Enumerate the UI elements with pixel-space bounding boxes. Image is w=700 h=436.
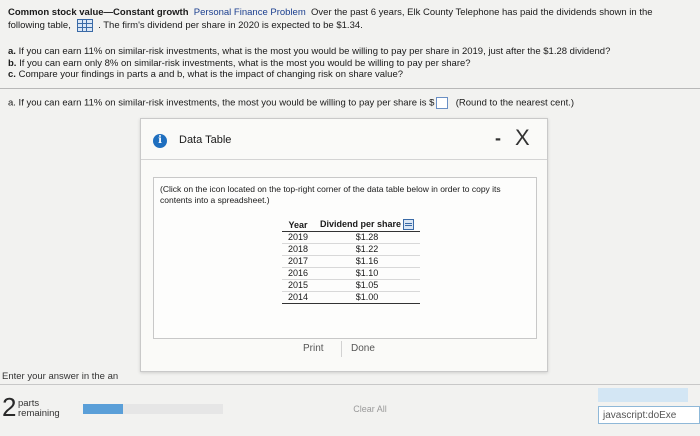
problem-title: Common stock value—Constant growth <box>8 7 189 18</box>
problem-tag[interactable]: Personal Finance Problem <box>194 7 306 18</box>
question-list: a. If you can earn 11% on similar-risk i… <box>8 46 610 81</box>
question-a: a. If you can earn 11% on similar-risk i… <box>8 46 611 57</box>
table-row: 2014 $1.00 <box>282 291 421 305</box>
header-year: Year <box>282 218 315 233</box>
answer-line: a. If you can earn 11% on similar-risk i… <box>8 97 574 109</box>
problem-text-1: Over the past 6 years, Elk County Teleph… <box>311 7 653 18</box>
round-note: (Round to the nearest cent.) <box>455 97 575 109</box>
dividend-table: Year Dividend per share 2019 $1.28 2018 $1… <box>282 218 421 305</box>
modal-title: Data Table <box>179 134 232 146</box>
problem-text-2a: following table, <box>8 20 71 32</box>
browser-status-bar: javascript:doExe <box>598 406 700 424</box>
table-row: 2017 $1.16 <box>282 255 421 269</box>
table-row: 2015 $1.05 <box>282 279 421 293</box>
table-row: 2016 $1.10 <box>282 267 421 281</box>
button-divider <box>341 341 342 357</box>
print-button[interactable]: Print <box>303 343 324 354</box>
problem-text-2b: . The firm's dividend per share in 2020 … <box>98 20 363 32</box>
info-icon: i <box>153 134 167 148</box>
divider <box>0 88 700 89</box>
question-b: b. If you can earn only 8% on similar-ri… <box>8 57 471 69</box>
enter-answer-hint: Enter your answer in the an <box>2 371 119 382</box>
modal-divider <box>141 159 547 160</box>
close-icon[interactable]: X <box>515 125 530 151</box>
data-table-icon[interactable] <box>76 19 93 32</box>
minimize-icon[interactable]: - <box>495 128 501 149</box>
table-container: (Click on the icon located on the top-ri… <box>153 177 537 339</box>
progress-bar <box>83 404 123 414</box>
problem-statement: Common stock value—Constant growth Perso… <box>8 6 694 32</box>
table-row: 2019 $1.28 <box>282 231 421 245</box>
clear-all-button[interactable]: Clear All <box>350 404 390 416</box>
question-c: c. Compare your findings in parts a and … <box>8 69 404 80</box>
done-button[interactable]: Done <box>351 343 375 354</box>
table-row: 2018 $1.22 <box>282 243 421 257</box>
parts-count: 2 <box>2 392 17 422</box>
footer-divider <box>0 384 700 385</box>
copy-to-spreadsheet-icon[interactable] <box>403 219 415 231</box>
parts-remaining-label: parts remaining <box>18 398 60 419</box>
header-dividend: Dividend per share <box>314 218 421 233</box>
data-table-modal: i Data Table - X (Click on the icon loca… <box>140 118 548 372</box>
modal-header: i Data Table - X <box>141 119 547 159</box>
answer-input[interactable] <box>436 97 449 109</box>
status-bar-top <box>598 388 688 402</box>
answer-prompt: a. If you can earn 11% on similar-risk i… <box>8 97 435 109</box>
table-instructions: (Click on the icon located on the top-ri… <box>160 184 501 205</box>
